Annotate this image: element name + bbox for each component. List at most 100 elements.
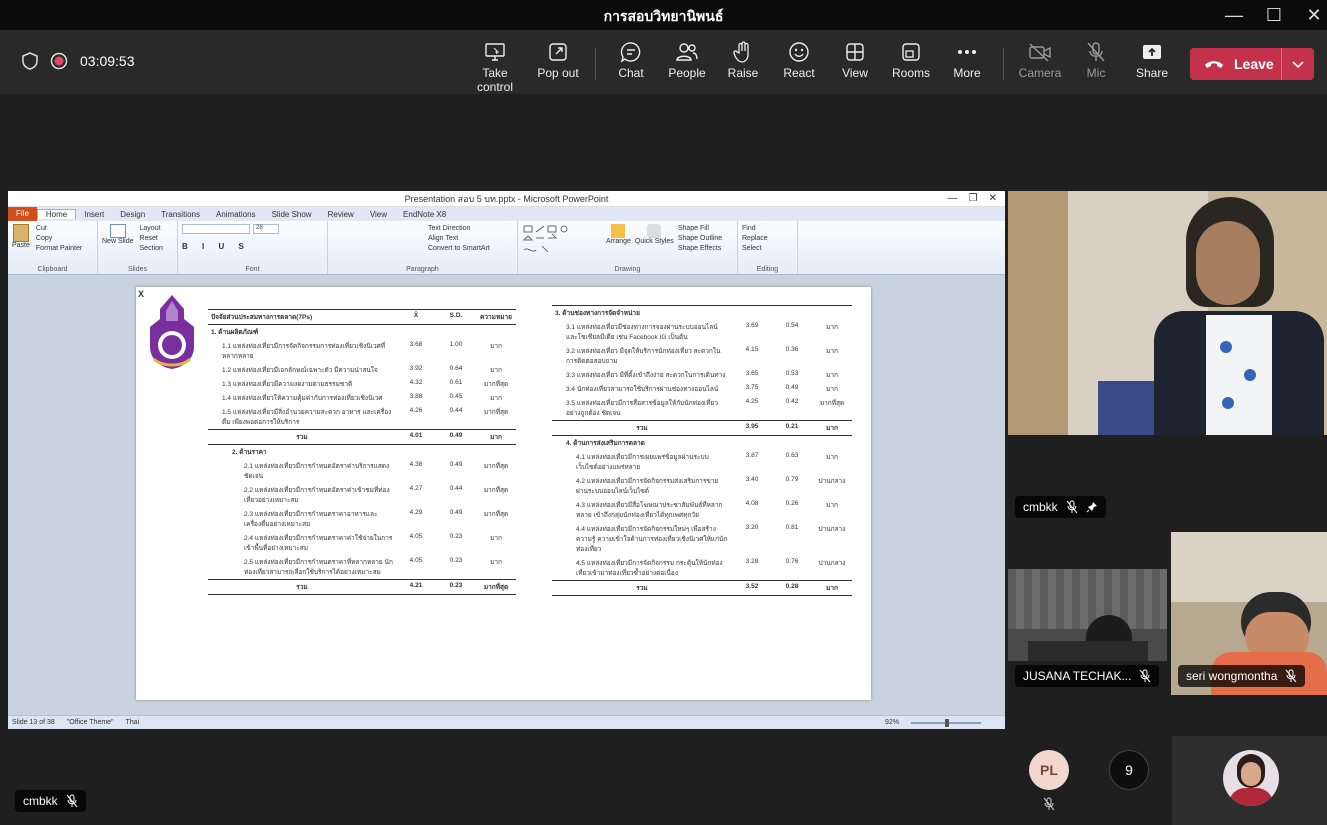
camera-button[interactable]: Camera <box>1008 38 1072 80</box>
table-row: 3.4 นักท่องเที่ยวสามารถใช้บริการผ่านช่อง… <box>566 384 838 393</box>
ppt-tab-slideshow[interactable]: Slide Show <box>264 210 320 219</box>
replace-button[interactable]: Replace <box>742 234 793 244</box>
recording-icon <box>50 52 68 70</box>
camera-off-icon <box>1029 43 1051 62</box>
view-button[interactable]: View <box>823 38 887 80</box>
smartart-button[interactable]: Convert to SmartArt <box>332 244 513 254</box>
people-button[interactable]: People <box>655 38 719 80</box>
leave-dropdown-button[interactable] <box>1282 56 1314 72</box>
rooms-icon <box>902 43 920 61</box>
table-row: 2.1 แหล่งท่องเที่ยวมีการกำหนดอัตราค่าบริ… <box>244 461 509 480</box>
title-bar: การสอบวิทยานิพนธ์ — ☐ ✕ <box>0 0 1327 30</box>
language: Thai <box>125 719 140 726</box>
font-format-buttons[interactable]: B I U S <box>182 242 323 251</box>
share-icon <box>1143 45 1161 59</box>
minimize-icon[interactable]: — <box>1222 4 1246 26</box>
shape-effects-button[interactable]: Shape Effects <box>678 244 722 254</box>
format-painter-button[interactable]: Format Painter <box>36 244 82 254</box>
paste-button[interactable]: Paste <box>12 224 30 254</box>
shared-screen: Presentation สอบ 5 บท.pptx - Microsoft P… <box>8 191 1005 729</box>
ribbon-group-editing: Find Replace Select Editing <box>738 221 798 274</box>
participant-video-main[interactable] <box>1008 191 1327 435</box>
share-button[interactable]: Share <box>1120 38 1184 80</box>
toolbar-divider <box>1003 48 1004 80</box>
ppt-tab-design[interactable]: Design <box>112 210 153 219</box>
quick-styles-button[interactable]: Quick Styles <box>635 224 674 260</box>
copy-button[interactable]: Copy <box>36 234 82 244</box>
table-row: 3.5 แหล่งท่องเที่ยวมีการสื่อสารข้อมูลให้… <box>566 398 845 417</box>
ppt-tab-endnote[interactable]: EndNote X8 <box>395 210 454 219</box>
leave-button[interactable]: Leave <box>1190 48 1314 80</box>
meeting-timer: 03:09:53 <box>80 53 135 69</box>
ppt-ribbon-tabs: File Home Insert Design Transitions Anim… <box>8 207 1005 221</box>
react-button[interactable]: React <box>767 38 831 80</box>
leave-main-button[interactable]: Leave <box>1190 48 1282 80</box>
align-text-button[interactable]: Align Text <box>332 234 513 244</box>
ribbon-group-clipboard: Paste Cut Copy Format Painter Clipboard <box>8 221 98 274</box>
participant-tile-avatar[interactable] <box>1172 736 1327 825</box>
cut-button[interactable]: Cut <box>36 224 82 234</box>
theme-name: "Office Theme" <box>66 719 114 726</box>
shape-outline-button[interactable]: Shape Outline <box>678 234 722 244</box>
shape-fill-button[interactable]: Shape Fill <box>678 224 722 234</box>
table-row: 2.4 แหล่งท่องเที่ยวมีการกำหนดราคาค่าใช้จ… <box>244 533 502 552</box>
take-control-button[interactable]: Take control <box>463 38 527 94</box>
close-icon[interactable]: ✕ <box>1302 4 1326 26</box>
pin-icon[interactable] <box>1086 501 1098 513</box>
ppt-tab-animations[interactable]: Animations <box>208 210 264 219</box>
ppt-tab-view[interactable]: View <box>362 210 395 219</box>
mic-off-icon <box>1286 669 1297 683</box>
toolbar-divider <box>595 48 596 80</box>
raise-hand-button[interactable]: Raise <box>711 38 775 80</box>
table-total-row: รวม 4.01 0.49 มาก <box>208 429 516 445</box>
overflow-participants-count[interactable]: 9 <box>1109 750 1149 790</box>
participant-video-jusana[interactable] <box>1008 569 1167 661</box>
section-button[interactable]: Section <box>140 244 163 254</box>
font-size-box[interactable]: 28 <box>253 224 279 234</box>
mic-button[interactable]: Mic <box>1064 38 1128 80</box>
ppt-tab-insert[interactable]: Insert <box>76 210 112 219</box>
ppt-tab-transitions[interactable]: Transitions <box>153 210 208 219</box>
maximize-icon[interactable]: ☐ <box>1262 4 1286 26</box>
participant-nametag-seri: seri wongmontha <box>1178 665 1306 687</box>
table-row: 1.4 แหล่งท่องเที่ยวให้ความคุ้มค่ากับการท… <box>222 393 502 402</box>
ppt-tab-file[interactable]: File <box>8 207 37 221</box>
section-price: 2. ด้านราคา <box>232 449 267 456</box>
more-button[interactable]: More <box>935 38 999 80</box>
meeting-title: การสอบวิทยานิพนธ์ <box>603 8 724 24</box>
university-logo <box>150 295 194 369</box>
slide-canvas[interactable]: X ปัจจัยส่วนประสมทางการตลาด(7Ps) X̄ S.D.… <box>136 287 871 700</box>
layout-button[interactable]: Layout <box>140 224 163 234</box>
pop-out-button[interactable]: Pop out <box>526 38 590 80</box>
mic-off-icon <box>1140 669 1151 683</box>
ppt-tab-home[interactable]: Home <box>36 209 77 219</box>
chat-button[interactable]: Chat <box>599 38 663 80</box>
font-name-box[interactable] <box>182 224 250 234</box>
table-row: 3.1 แหล่งท่องเที่ยวมีช่องทางการจองผ่านระ… <box>566 322 838 341</box>
section-product: 1. ด้านผลิตภัณฑ์ <box>211 329 259 336</box>
product-price-table: ปัจจัยส่วนประสมทางการตลาด(7Ps) X̄ S.D. ค… <box>208 309 516 595</box>
ppt-tab-review[interactable]: Review <box>320 210 362 219</box>
mic-off-icon <box>1087 42 1105 62</box>
table-row: 1.3 แหล่งท่องเที่ยวมีความงดงามตามธรรมชาต… <box>222 379 509 388</box>
zoom-level[interactable]: 92% <box>885 719 899 726</box>
pop-out-icon <box>549 43 567 61</box>
text-direction-button[interactable]: Text Direction <box>332 224 513 234</box>
rooms-button[interactable]: Rooms <box>879 38 943 80</box>
take-control-icon <box>485 43 505 61</box>
table-total-row: รวม 3.52 0.28 มาก <box>552 580 852 596</box>
shapes-gallery[interactable] <box>522 224 602 260</box>
table-header-factor: ปัจจัยส่วนประสมทางการตลาด(7Ps) <box>208 309 396 325</box>
table-row: 1.1 แหล่งท่องเที่ยวมีการจัดกิจกรรมการท่อ… <box>222 341 502 360</box>
ppt-window-controls: — ❐ ✕ <box>947 193 997 204</box>
table-total-row: รวม 4.21 0.23 มากที่สุด <box>208 579 516 595</box>
table-row: 4.4 แหล่งท่องเที่ยวมีการจัดกิจกรรมใหม่ๆ … <box>576 524 846 553</box>
avatar-pl[interactable]: PL <box>1029 750 1069 790</box>
ribbon-group-paragraph: Text Direction Align Text Convert to Sma… <box>328 221 518 274</box>
zoom-slider[interactable] <box>911 718 981 727</box>
new-slide-button[interactable]: New Slide <box>102 224 134 254</box>
find-button[interactable]: Find <box>742 224 793 234</box>
select-button[interactable]: Select <box>742 244 793 254</box>
arrange-button[interactable]: Arrange <box>606 224 631 260</box>
reset-button[interactable]: Reset <box>140 234 163 244</box>
